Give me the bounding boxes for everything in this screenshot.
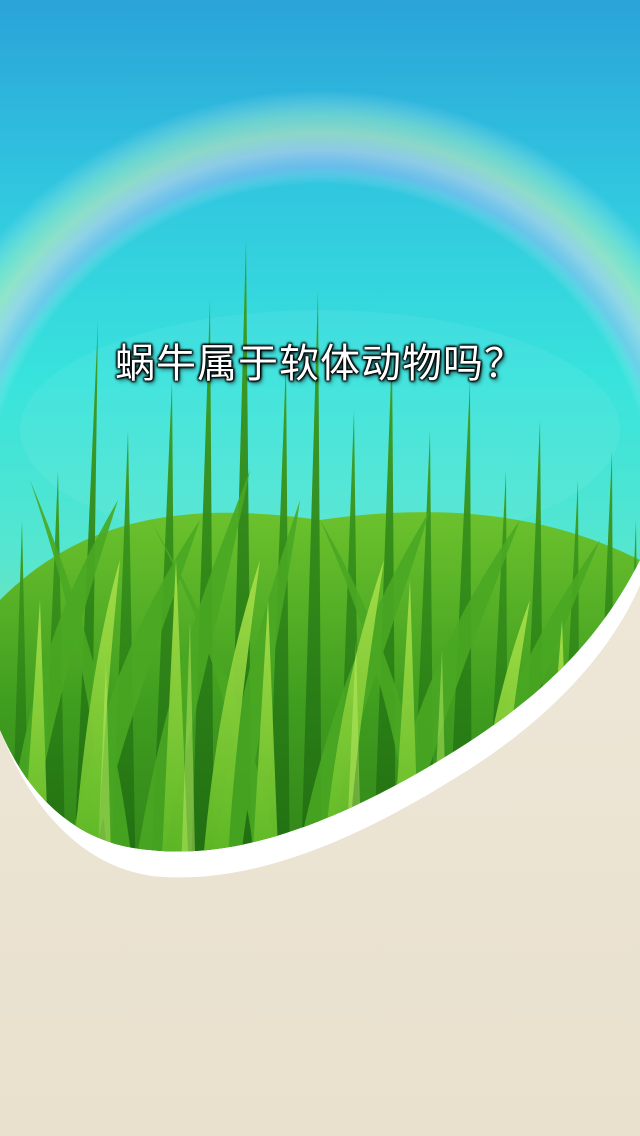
question-title: 蜗牛属于软体动物吗？	[115, 341, 525, 387]
background-illustration	[0, 0, 640, 1136]
slide-screen: 蜗牛属于软体动物吗？	[0, 0, 640, 1136]
